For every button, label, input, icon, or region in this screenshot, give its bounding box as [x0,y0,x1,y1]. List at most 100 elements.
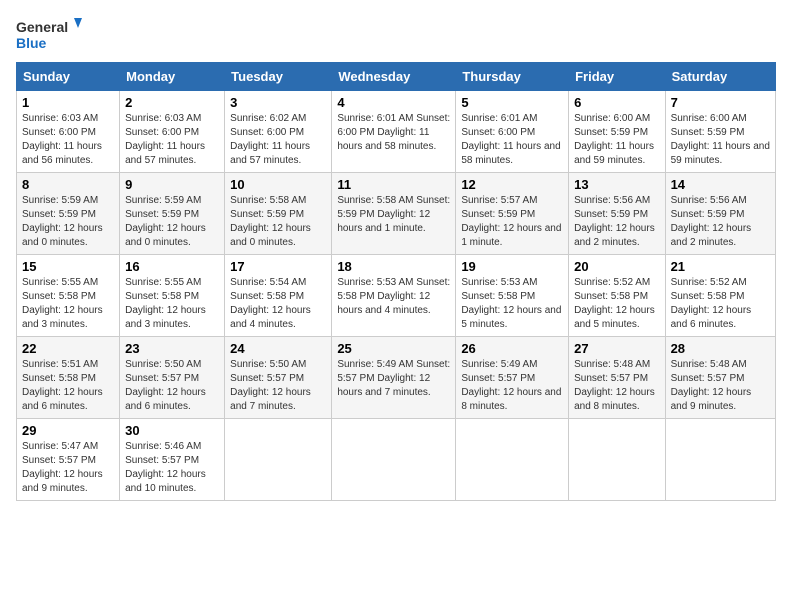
day-cell: 28 Sunrise: 5:48 AM Sunset: 5:57 PM Dayli… [665,337,775,419]
day-cell: 2 Sunrise: 6:03 AM Sunset: 6:00 PM Daylig… [120,91,225,173]
page-container: GeneralBlue SundayMondayTuesdayWednesday… [0,0,792,517]
day-info: Sunrise: 5:48 AM Sunset: 5:57 PM Dayligh… [671,358,770,414]
day-cell: 22 Sunrise: 5:51 AM Sunset: 5:58 PM Dayli… [17,337,120,419]
day-info: Sunrise: 5:56 AM Sunset: 5:59 PM Dayligh… [671,194,770,250]
week-row-4: 29 Sunrise: 5:47 AM Sunset: 5:57 PM Dayli… [17,419,776,501]
day-number: 2 [125,95,219,110]
logo-icon: GeneralBlue [16,16,86,54]
day-info: Sunrise: 5:54 AM Sunset: 5:58 PM Dayligh… [230,276,326,332]
day-number: 12 [461,177,563,192]
day-number: 21 [671,259,770,274]
day-info: Sunrise: 5:55 AM Sunset: 5:58 PM Dayligh… [125,276,219,332]
day-cell: 7 Sunrise: 6:00 AM Sunset: 5:59 PM Daylig… [665,91,775,173]
day-cell: 30 Sunrise: 5:46 AM Sunset: 5:57 PM Dayli… [120,419,225,501]
week-row-2: 15 Sunrise: 5:55 AM Sunset: 5:58 PM Dayli… [17,255,776,337]
day-cell: 3Sunrise: 6:02 AM Sunset: 6:00 PM Daylig… [225,91,332,173]
day-cell: 20 Sunrise: 5:52 AM Sunset: 5:58 PM Dayli… [569,255,665,337]
day-number: 25 [337,341,450,356]
day-cell: 12 Sunrise: 5:57 AM Sunset: 5:59 PM Dayli… [456,173,569,255]
header-row: SundayMondayTuesdayWednesdayThursdayFrid… [17,63,776,91]
day-number: 8 [22,177,114,192]
day-info: Sunrise: 5:59 AM Sunset: 5:59 PM Dayligh… [125,194,219,250]
day-info: Sunrise: 5:58 AM Sunset: 5:59 PM Dayligh… [337,194,450,236]
weekday-header-sunday: Sunday [17,63,120,91]
day-cell: 11 Sunrise: 5:58 AM Sunset: 5:59 PM Dayli… [332,173,456,255]
week-row-0: 1 Sunrise: 6:03 AM Sunset: 6:00 PM Daylig… [17,91,776,173]
day-number: 6 [574,95,659,110]
day-number: 26 [461,341,563,356]
svg-text:General: General [16,19,68,35]
day-number: 16 [125,259,219,274]
day-number: 20 [574,259,659,274]
day-info: Sunrise: 5:52 AM Sunset: 5:58 PM Dayligh… [671,276,770,332]
weekday-header-monday: Monday [120,63,225,91]
day-number: 3 [230,95,326,110]
day-number: 5 [461,95,563,110]
day-info: Sunrise: 5:59 AM Sunset: 5:59 PM Dayligh… [22,194,114,250]
day-info: Sunrise: 5:50 AM Sunset: 5:57 PM Dayligh… [230,358,326,414]
day-number: 15 [22,259,114,274]
day-number: 4 [337,95,450,110]
weekday-header-friday: Friday [569,63,665,91]
day-info: Sunrise: 5:52 AM Sunset: 5:58 PM Dayligh… [574,276,659,332]
day-info: Sunrise: 6:03 AM Sunset: 6:00 PM Dayligh… [125,112,219,168]
day-info: Sunrise: 5:46 AM Sunset: 5:57 PM Dayligh… [125,440,219,496]
day-cell: 17 Sunrise: 5:54 AM Sunset: 5:58 PM Dayli… [225,255,332,337]
day-info: Sunrise: 5:58 AM Sunset: 5:59 PM Dayligh… [230,194,326,250]
day-number: 22 [22,341,114,356]
day-cell [665,419,775,501]
day-cell [225,419,332,501]
day-number: 11 [337,177,450,192]
day-number: 23 [125,341,219,356]
day-info: Sunrise: 6:01 AM Sunset: 6:00 PM Dayligh… [461,112,563,168]
day-info: Sunrise: 6:00 AM Sunset: 5:59 PM Dayligh… [574,112,659,168]
week-row-3: 22 Sunrise: 5:51 AM Sunset: 5:58 PM Dayli… [17,337,776,419]
day-cell: 6 Sunrise: 6:00 AM Sunset: 5:59 PM Daylig… [569,91,665,173]
day-cell [569,419,665,501]
day-cell: 1 Sunrise: 6:03 AM Sunset: 6:00 PM Daylig… [17,91,120,173]
day-cell: 24 Sunrise: 5:50 AM Sunset: 5:57 PM Dayli… [225,337,332,419]
day-info: Sunrise: 5:53 AM Sunset: 5:58 PM Dayligh… [461,276,563,332]
day-cell: 21 Sunrise: 5:52 AM Sunset: 5:58 PM Dayli… [665,255,775,337]
day-info: Sunrise: 5:56 AM Sunset: 5:59 PM Dayligh… [574,194,659,250]
day-cell: 25Sunrise: 5:49 AM Sunset: 5:57 PM Dayli… [332,337,456,419]
day-number: 1 [22,95,114,110]
day-info: Sunrise: 6:01 AM Sunset: 6:00 PM Dayligh… [337,112,450,154]
day-number: 14 [671,177,770,192]
day-info: Sunrise: 5:47 AM Sunset: 5:57 PM Dayligh… [22,440,114,496]
day-info: Sunrise: 5:50 AM Sunset: 5:57 PM Dayligh… [125,358,219,414]
day-info: Sunrise: 5:48 AM Sunset: 5:57 PM Dayligh… [574,358,659,414]
day-info: Sunrise: 5:57 AM Sunset: 5:59 PM Dayligh… [461,194,563,250]
svg-text:Blue: Blue [16,35,47,51]
day-cell: 5 Sunrise: 6:01 AM Sunset: 6:00 PM Daylig… [456,91,569,173]
day-info: Sunrise: 5:55 AM Sunset: 5:58 PM Dayligh… [22,276,114,332]
day-info: Sunrise: 5:51 AM Sunset: 5:58 PM Dayligh… [22,358,114,414]
day-info: Sunrise: 6:03 AM Sunset: 6:00 PM Dayligh… [22,112,114,168]
day-number: 29 [22,423,114,438]
day-cell: 26 Sunrise: 5:49 AM Sunset: 5:57 PM Dayli… [456,337,569,419]
day-cell [456,419,569,501]
weekday-header-saturday: Saturday [665,63,775,91]
day-cell: 23 Sunrise: 5:50 AM Sunset: 5:57 PM Dayli… [120,337,225,419]
day-info: Sunrise: 6:00 AM Sunset: 5:59 PM Dayligh… [671,112,770,168]
day-cell: 10Sunrise: 5:58 AM Sunset: 5:59 PM Dayli… [225,173,332,255]
day-number: 9 [125,177,219,192]
calendar-table: SundayMondayTuesdayWednesdayThursdayFrid… [16,62,776,501]
day-cell: 4 Sunrise: 6:01 AM Sunset: 6:00 PM Daylig… [332,91,456,173]
logo: GeneralBlue [16,16,86,54]
day-number: 17 [230,259,326,274]
day-number: 24 [230,341,326,356]
day-cell: 15 Sunrise: 5:55 AM Sunset: 5:58 PM Dayli… [17,255,120,337]
day-info: Sunrise: 5:49 AM Sunset: 5:57 PM Dayligh… [461,358,563,414]
day-number: 7 [671,95,770,110]
header: GeneralBlue [16,16,776,54]
day-number: 28 [671,341,770,356]
day-cell: 9 Sunrise: 5:59 AM Sunset: 5:59 PM Daylig… [120,173,225,255]
day-number: 30 [125,423,219,438]
day-cell: 27Sunrise: 5:48 AM Sunset: 5:57 PM Dayli… [569,337,665,419]
day-number: 13 [574,177,659,192]
day-cell: 29 Sunrise: 5:47 AM Sunset: 5:57 PM Dayli… [17,419,120,501]
day-info: Sunrise: 5:53 AM Sunset: 5:58 PM Dayligh… [337,276,450,318]
day-cell: 8 Sunrise: 5:59 AM Sunset: 5:59 PM Daylig… [17,173,120,255]
day-cell: 19Sunrise: 5:53 AM Sunset: 5:58 PM Dayli… [456,255,569,337]
